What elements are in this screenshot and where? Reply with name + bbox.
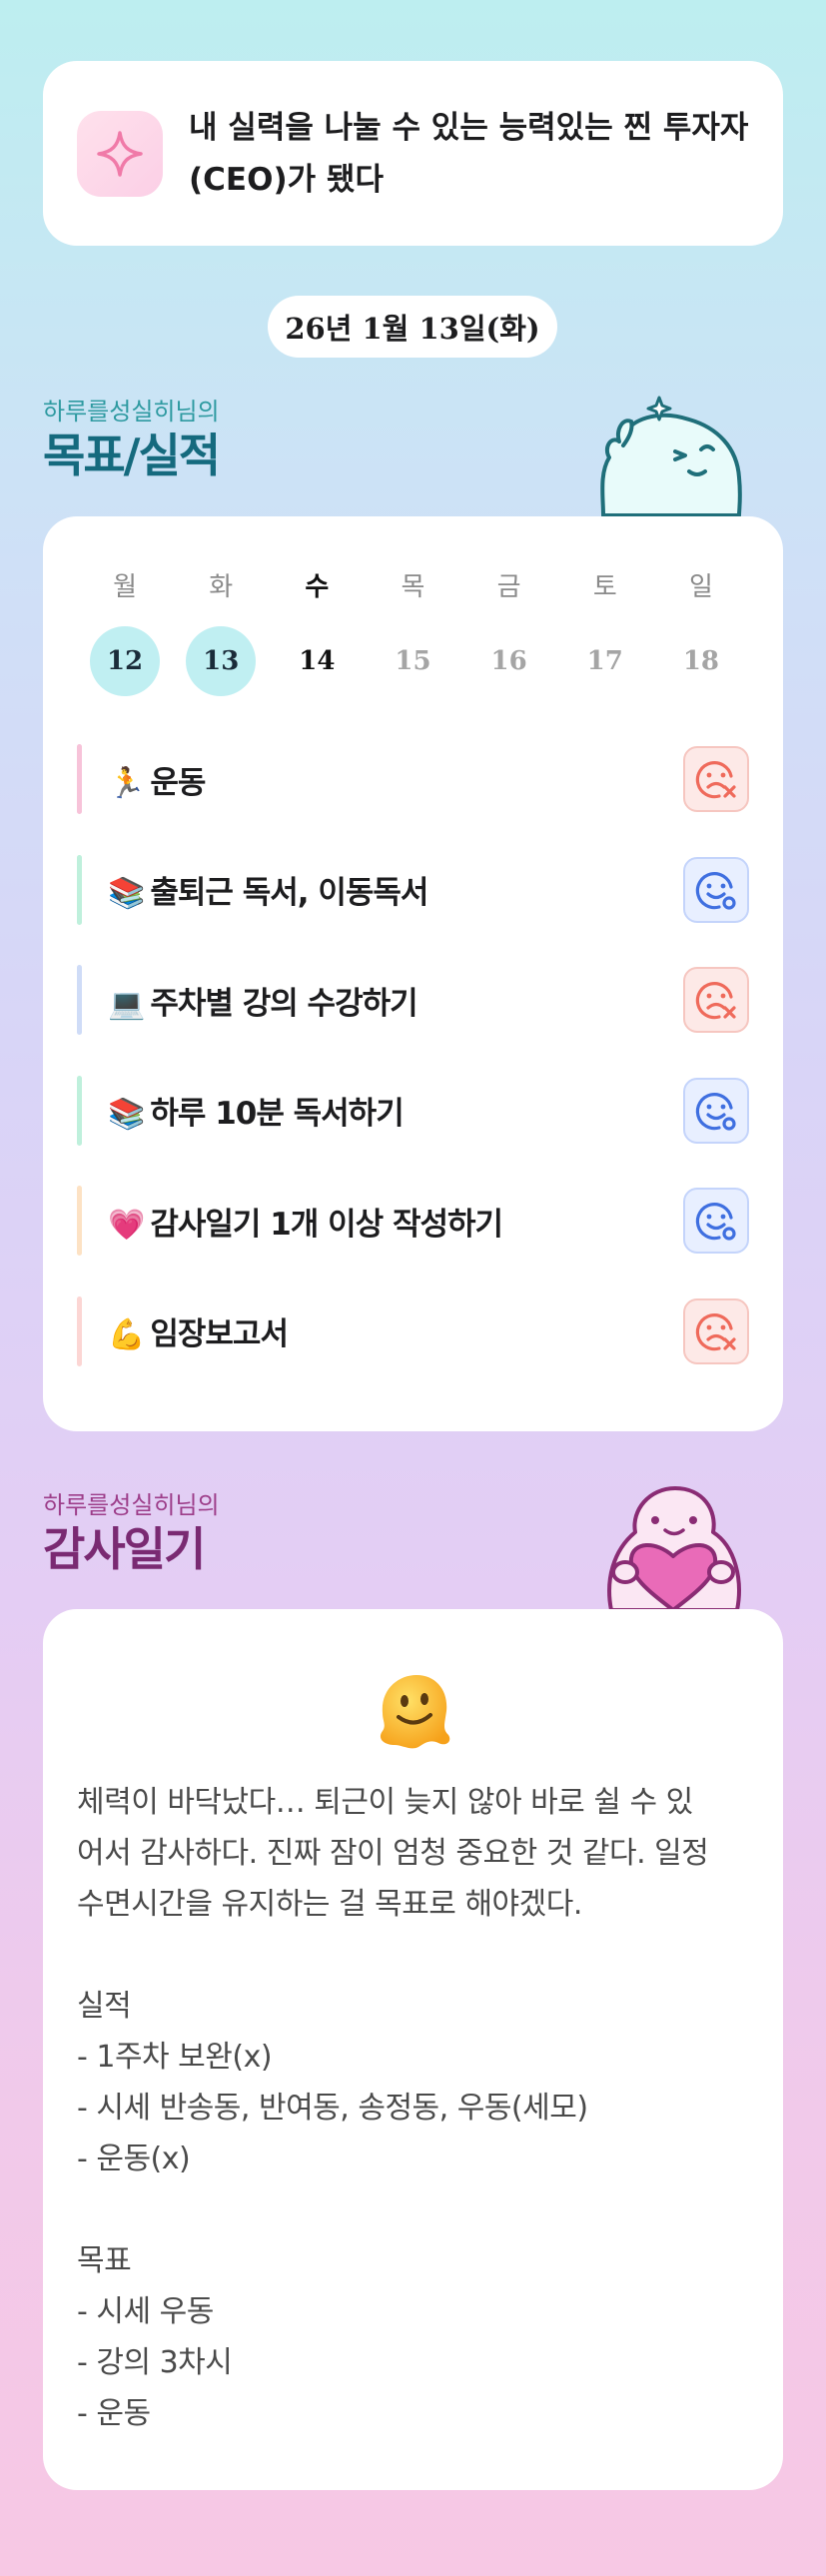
journal-line: - 1주차 보완(x) — [77, 2040, 273, 2075]
status-missed-button[interactable] — [683, 746, 749, 812]
gratitude-section-title: 감사일기 — [43, 1522, 206, 1576]
journal-line: - 운동(x) — [77, 2142, 191, 2176]
weekday-label: 월 — [113, 572, 138, 602]
journal-line: - 운동 — [77, 2396, 151, 2431]
task-emoji-icon: 💻 — [108, 986, 145, 1022]
ghost-mascot-icon — [600, 396, 742, 517]
task-name: 주차별 강의 수강하기 — [150, 985, 417, 1022]
journal-line: 실적 — [77, 1989, 132, 2024]
sad-face-icon — [695, 982, 736, 1020]
task-color-bar — [77, 965, 82, 1035]
journal-line: 어서 감사하다. 진짜 잠이 엄청 중요한 것 같다. 일정 — [77, 1836, 709, 1871]
task-emoji-icon: 💗 — [108, 1207, 145, 1243]
date-number: 15 — [395, 646, 431, 676]
task-row[interactable]: 💻 주차별 강의 수강하기 — [77, 963, 749, 1037]
vision-card[interactable]: 내 실력을 나눌 수 있는 능력있는 찐 투자자 (CEO)가 됐다 — [43, 61, 783, 246]
task-row[interactable]: 🏃 운동 — [77, 742, 749, 816]
weekday-label: 수 — [305, 572, 330, 602]
date-cell[interactable]: 13 — [173, 626, 269, 696]
task-emoji-icon: 🏃 — [108, 765, 145, 801]
task-color-bar — [77, 1186, 82, 1256]
task-label: 📚 하루 10분 독서하기 — [108, 1088, 683, 1133]
journal-line: - 시세 우동 — [77, 2294, 214, 2329]
date-cell[interactable]: 17 — [557, 626, 653, 696]
week-date-strip: 12 13 14 15 16 17 18 — [77, 626, 749, 696]
date-cell[interactable]: 14 — [269, 626, 365, 696]
task-name: 출퇴근 독서, 이동독서 — [150, 875, 428, 911]
date-cell[interactable]: 16 — [461, 626, 557, 696]
task-label: 🏃 운동 — [108, 757, 683, 802]
weekday-label: 목 — [401, 572, 425, 602]
smile-face-icon — [695, 871, 736, 910]
status-missed-button[interactable] — [683, 1297, 749, 1364]
task-label: 💻 주차별 강의 수강하기 — [108, 978, 683, 1023]
journal-line: 수면시간을 유지하는 걸 목표로 해야겠다. — [77, 1887, 582, 1922]
status-missed-button[interactable] — [683, 967, 749, 1033]
sad-face-icon — [695, 761, 736, 799]
journal-line: 체력이 바닥났다… 퇴근이 늦지 않아 바로 쉴 수 있 — [77, 1785, 693, 1820]
task-row[interactable]: 📚 하루 10분 독서하기 — [77, 1074, 749, 1148]
date-number: 12 — [90, 626, 161, 696]
status-done-button[interactable] — [683, 1077, 749, 1144]
journal-line — [77, 2184, 756, 2235]
task-emoji-icon: 💪 — [108, 1317, 145, 1352]
task-emoji-icon: 📚 — [108, 1097, 145, 1132]
task-color-bar — [77, 1295, 82, 1366]
task-name: 하루 10분 독서하기 — [150, 1096, 404, 1132]
task-color-bar — [77, 854, 82, 925]
weekday-label: 토 — [592, 572, 617, 602]
task-name: 운동 — [150, 764, 206, 801]
task-row[interactable]: 💪 임장보고서 — [77, 1294, 749, 1368]
gratitude-journal-text: 체력이 바닥났다… 퇴근이 늦지 않아 바로 쉴 수 있어서 감사하다. 진짜 … — [77, 1777, 756, 2439]
task-name: 감사일기 1개 이상 작성하기 — [150, 1206, 503, 1243]
date-cell[interactable]: 18 — [653, 626, 749, 696]
weekday-label: 화 — [209, 572, 234, 602]
task-row[interactable]: 📚 출퇴근 독서, 이동독서 — [77, 853, 749, 927]
smile-face-icon — [695, 1203, 736, 1241]
vision-line-2: (CEO)가 됐다 — [189, 161, 384, 198]
task-label: 📚 출퇴근 독서, 이동독서 — [108, 867, 683, 912]
task-label: 💗 감사일기 1개 이상 작성하기 — [108, 1199, 683, 1244]
date-cell[interactable]: 15 — [365, 626, 460, 696]
date-number: 13 — [186, 626, 257, 696]
task-label: 💪 임장보고서 — [108, 1308, 683, 1353]
goals-card: 월화수목금토일 12 13 14 15 16 17 18 🏃 운동 📚 출퇴근 독서, 이동독서 💻… — [43, 516, 783, 1431]
journal-line: - 시세 반송동, 반여동, 송정동, 우동(세모) — [77, 2091, 588, 2126]
vision-line-1: 내 실력을 나눌 수 있는 능력있는 찐 투자자 — [189, 109, 749, 146]
heart-mascot-icon — [607, 1486, 741, 1610]
weekday-label: 일 — [688, 572, 713, 602]
vision-statement: 내 실력을 나눌 수 있는 능력있는 찐 투자자 (CEO)가 됐다 — [189, 102, 748, 206]
gratitude-journal-card: 체력이 바닥났다… 퇴근이 늦지 않아 바로 쉴 수 있어서 감사하다. 진짜 … — [43, 1609, 783, 2490]
date-selector[interactable]: 26년 1월 13일(화) — [268, 296, 557, 358]
task-color-bar — [77, 1075, 82, 1146]
task-name: 임장보고서 — [150, 1316, 289, 1352]
melting-face-icon — [380, 1675, 450, 1749]
task-color-bar — [77, 744, 82, 814]
weekday-header: 월화수목금토일 — [77, 566, 749, 603]
sparkle-icon — [77, 110, 163, 197]
date-number: 17 — [586, 646, 623, 676]
journal-line — [77, 1930, 756, 1981]
journal-line: 목표 — [77, 2243, 132, 2278]
journal-line: - 강의 3차시 — [77, 2345, 233, 2380]
status-done-button[interactable] — [683, 856, 749, 923]
date-cell[interactable]: 12 — [77, 626, 173, 696]
task-row[interactable]: 💗 감사일기 1개 이상 작성하기 — [77, 1184, 749, 1258]
goals-section-title: 목표/실적 — [43, 429, 221, 482]
date-number: 18 — [682, 646, 719, 676]
weekday-label: 금 — [496, 572, 521, 602]
sad-face-icon — [695, 1312, 736, 1350]
status-done-button[interactable] — [683, 1188, 749, 1254]
smile-face-icon — [695, 1092, 736, 1131]
date-number: 14 — [299, 646, 336, 676]
task-emoji-icon: 📚 — [108, 876, 145, 911]
date-number: 16 — [490, 646, 527, 676]
